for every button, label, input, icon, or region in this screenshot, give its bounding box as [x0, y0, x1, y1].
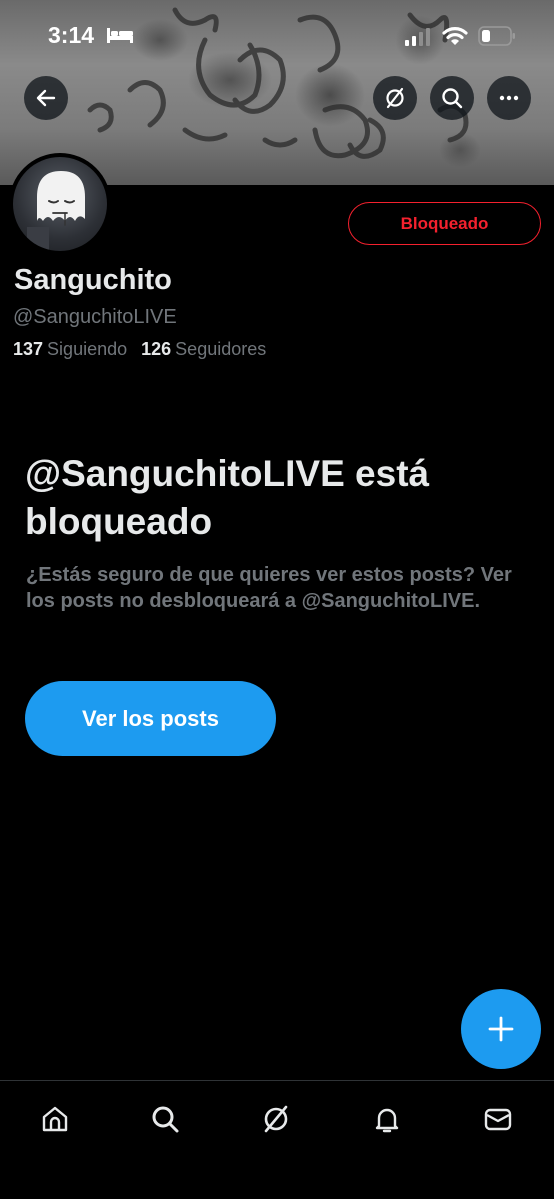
following-count: 137 — [13, 339, 44, 359]
status-time: 3:14 — [48, 22, 95, 48]
more-button[interactable] — [487, 76, 531, 120]
blocked-notice-description: ¿Estás seguro de que quieres ver estos p… — [26, 564, 512, 612]
mail-icon — [484, 1108, 512, 1131]
avatar-ghost-figure — [27, 171, 85, 251]
grok-button[interactable] — [373, 76, 417, 120]
blocked-button[interactable]: Bloqueado — [348, 202, 541, 245]
search-button[interactable] — [430, 76, 474, 120]
followers-count: 126 — [141, 339, 172, 359]
followers-link[interactable]: 126 Seguidores — [141, 339, 266, 360]
back-arrow-icon — [36, 89, 56, 107]
view-posts-button[interactable]: Ver los posts — [25, 681, 276, 756]
home-icon — [42, 1106, 68, 1132]
wifi-icon — [442, 27, 468, 45]
plus-icon — [488, 1016, 514, 1042]
following-label: Siguiendo — [47, 339, 128, 359]
display-name: Sanguchito — [14, 264, 172, 296]
signal-icon — [405, 28, 430, 46]
blocked-notice-title: @SanguchitoLIVE está bloqueado — [25, 453, 430, 542]
nav-grok[interactable] — [254, 1097, 298, 1141]
more-icon — [499, 95, 519, 101]
back-button[interactable] — [24, 76, 68, 120]
bottom-nav — [0, 1080, 554, 1199]
grok-icon — [386, 87, 404, 109]
avatar[interactable] — [9, 153, 111, 255]
bed-icon — [107, 28, 133, 43]
nav-home[interactable] — [33, 1097, 77, 1141]
nav-messages[interactable] — [476, 1097, 520, 1141]
follow-stats: 137 Siguiendo 126 Seguidores — [13, 339, 266, 360]
nav-notifications[interactable] — [365, 1097, 409, 1141]
battery-icon — [478, 26, 515, 46]
followers-label: Seguidores — [175, 339, 267, 359]
search-icon — [442, 88, 463, 109]
bell-icon — [375, 1108, 399, 1133]
nav-search[interactable] — [143, 1097, 187, 1141]
search-icon — [152, 1106, 179, 1133]
avatar-image — [13, 157, 107, 251]
grok-icon — [264, 1105, 288, 1133]
compose-post-button[interactable] — [461, 989, 541, 1069]
profile-handle: @SanguchitoLIVE — [13, 306, 177, 328]
following-link[interactable]: 137 Siguiendo — [13, 339, 127, 360]
status-bar: 3:14 — [0, 0, 554, 70]
